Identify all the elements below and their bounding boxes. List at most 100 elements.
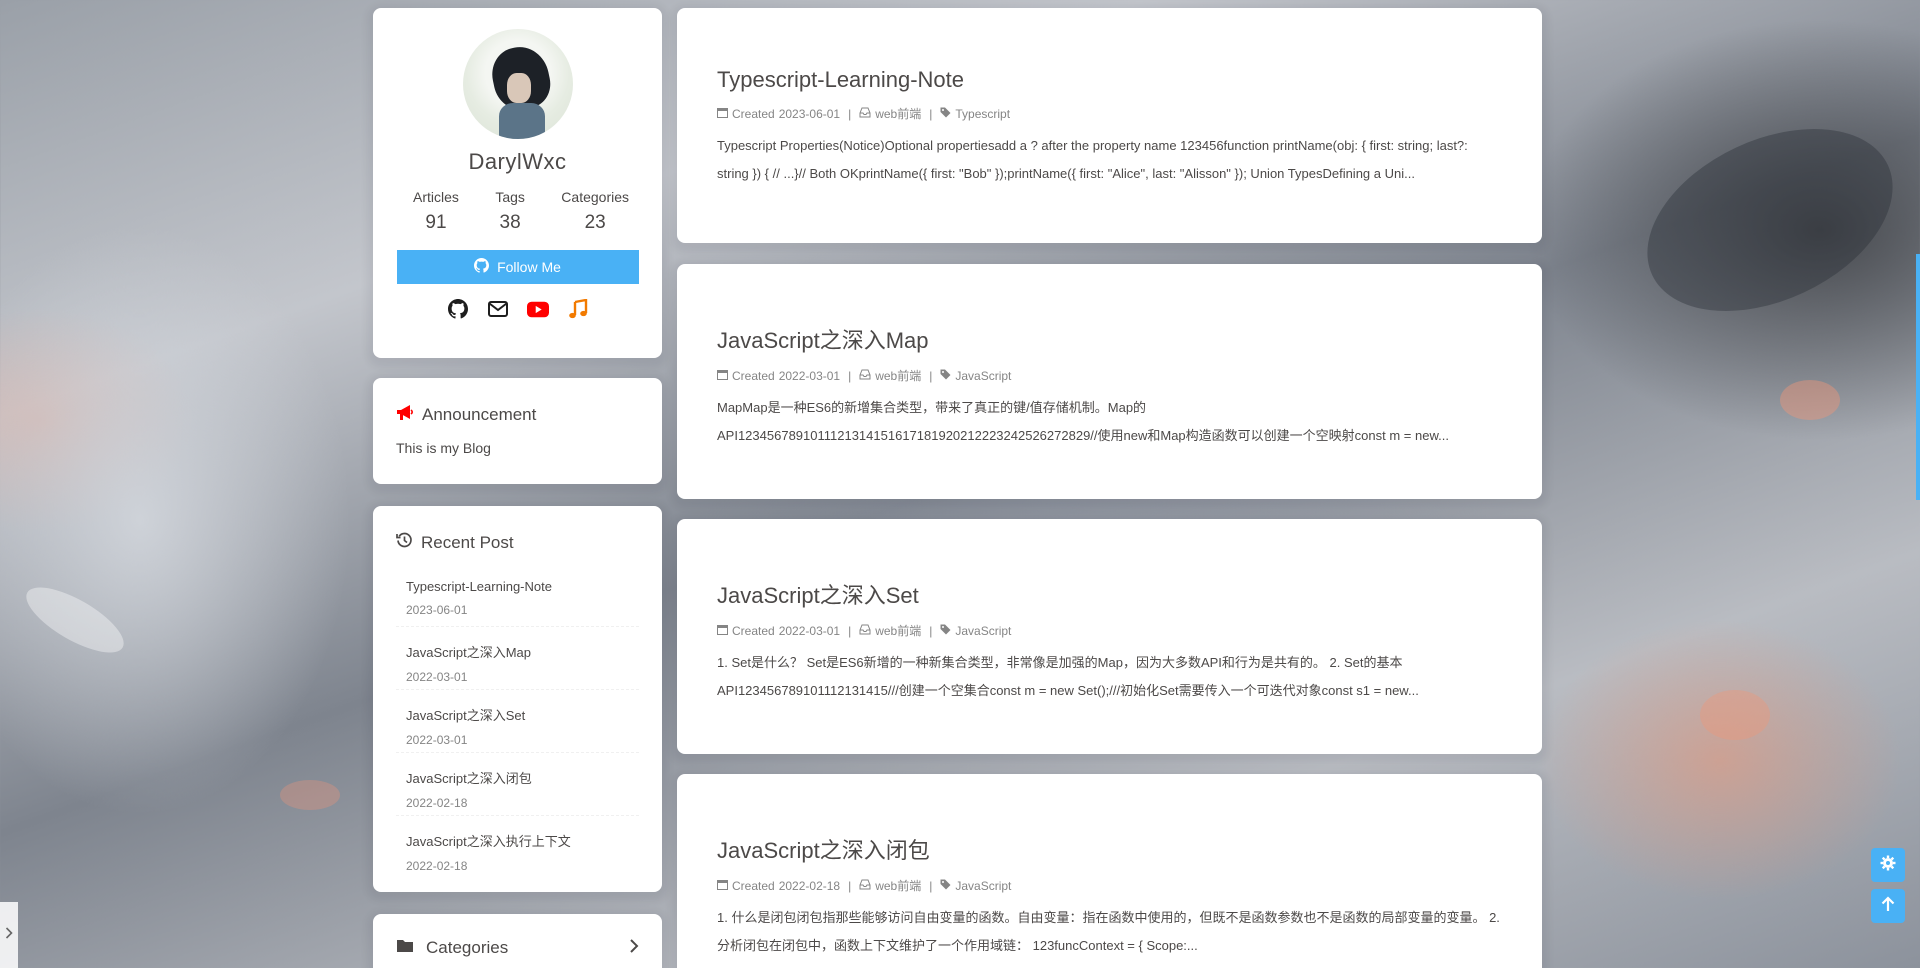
meta-separator: | <box>848 878 852 893</box>
arrow-up-icon <box>1881 895 1895 917</box>
stat-label: Articles <box>413 189 459 205</box>
post-meta: Created 2022-03-01 | web前端 | JavaScript <box>717 622 1502 639</box>
post-card: JavaScript之深入闭包 Created 2022-02-18 | web… <box>677 774 1542 968</box>
post-category-link[interactable]: web前端 <box>875 622 921 639</box>
tag-icon <box>940 624 951 638</box>
background-art <box>1618 92 1920 348</box>
recent-post-date: 2022-02-18 <box>406 859 468 873</box>
chevron-right-icon[interactable] <box>629 938 639 958</box>
recent-post-date: 2022-03-01 <box>406 670 468 684</box>
settings-button[interactable] <box>1871 848 1905 882</box>
meta-separator: | <box>929 106 933 121</box>
categories-header[interactable]: Categories <box>396 938 639 958</box>
post-tag-link[interactable]: JavaScript <box>955 369 1011 383</box>
post-meta: Created 2022-02-18 | web前端 | JavaScript <box>717 877 1502 894</box>
recent-post-date: 2022-02-18 <box>406 796 468 810</box>
post-card: JavaScript之深入Map Created 2022-03-01 | we… <box>677 264 1542 499</box>
calendar-icon <box>717 624 728 638</box>
background-art <box>1780 380 1840 420</box>
created-label: Created <box>732 106 775 121</box>
background-art <box>1700 690 1770 740</box>
meta-separator: | <box>848 106 852 121</box>
youtube-icon[interactable] <box>526 298 549 320</box>
recent-post-heading: Recent Post <box>421 533 514 552</box>
meta-separator: | <box>848 623 852 638</box>
post-excerpt: Typescript Properties(Notice)Optional pr… <box>717 138 1468 181</box>
avatar[interactable] <box>462 29 573 139</box>
stat-categories[interactable]: Categories 23 <box>561 189 629 234</box>
author-stats: Articles 91 Tags 38 Categories 23 <box>373 189 662 234</box>
post-title[interactable]: JavaScript之深入闭包 <box>717 833 1502 865</box>
list-item[interactable]: JavaScript之深入Map 2022-03-01 <box>396 627 639 690</box>
github-icon <box>474 258 490 276</box>
list-item[interactable]: JavaScript之深入闭包 2022-02-18 <box>396 753 639 816</box>
post-tag-link[interactable]: JavaScript <box>955 879 1011 893</box>
post-excerpt: 1. 什么是闭包闭包指那些能够访问自由变量的函数。自由变量：指在函数中使用的，但… <box>717 910 1500 953</box>
music-icon[interactable] <box>567 298 589 320</box>
created-label: Created <box>732 878 775 893</box>
chevron-right-icon <box>5 926 13 944</box>
recent-post-link[interactable]: JavaScript之深入Set <box>406 705 639 724</box>
background-art <box>280 780 340 810</box>
announcement-text: This is my Blog <box>396 440 491 456</box>
author-card: DarylWxc Articles 91 Tags 38 Categories … <box>373 8 662 358</box>
stat-articles[interactable]: Articles 91 <box>413 189 459 234</box>
categories-heading: Categories <box>426 938 509 957</box>
sidebar-toggle-button[interactable] <box>0 902 18 968</box>
created-label: Created <box>732 368 775 383</box>
post-category-link[interactable]: web前端 <box>875 105 921 122</box>
bullhorn-icon <box>396 404 414 426</box>
calendar-icon <box>717 879 728 893</box>
calendar-icon <box>717 369 728 383</box>
follow-me-button[interactable]: Follow Me <box>396 250 639 284</box>
list-item[interactable]: JavaScript之深入执行上下文 2022-02-18 <box>396 816 639 879</box>
post-date: 2022-02-18 <box>778 878 841 893</box>
gear-icon <box>1880 855 1896 876</box>
calendar-icon <box>717 107 728 121</box>
recent-post-link[interactable]: JavaScript之深入闭包 <box>406 768 639 787</box>
post-date: 2022-03-01 <box>778 368 841 383</box>
recent-post-link[interactable]: JavaScript之深入执行上下文 <box>406 831 639 850</box>
recent-post-date: 2023-06-01 <box>406 603 468 617</box>
back-to-top-button[interactable] <box>1871 889 1905 923</box>
recent-post-link[interactable]: Typescript-Learning-Note <box>406 579 639 594</box>
meta-separator: | <box>929 623 933 638</box>
inbox-icon <box>859 107 871 121</box>
folder-icon <box>396 938 414 958</box>
recent-post-date: 2022-03-01 <box>406 733 468 747</box>
history-icon <box>396 532 413 554</box>
post-card: JavaScript之深入Set Created 2022-03-01 | we… <box>677 519 1542 754</box>
tag-icon <box>940 107 951 121</box>
inbox-icon <box>859 624 871 638</box>
post-date: 2023-06-01 <box>778 106 841 121</box>
stat-label: Tags <box>495 189 525 205</box>
announcement-heading: Announcement <box>422 405 537 424</box>
post-tag-link[interactable]: JavaScript <box>955 624 1011 638</box>
stat-value: 38 <box>499 212 521 233</box>
tag-icon <box>940 369 951 383</box>
post-title[interactable]: Typescript-Learning-Note <box>717 67 1502 93</box>
post-excerpt: 1. Set是什么？ Set是ES6新增的一种新集合类型，非常像是加强的Map，… <box>717 655 1419 698</box>
stat-value: 91 <box>425 212 447 233</box>
list-item[interactable]: JavaScript之深入Set 2022-03-01 <box>396 690 639 753</box>
post-category-link[interactable]: web前端 <box>875 367 921 384</box>
inbox-icon <box>859 369 871 383</box>
recent-post-link[interactable]: JavaScript之深入Map <box>406 642 639 661</box>
post-category-link[interactable]: web前端 <box>875 877 921 894</box>
post-meta: Created 2022-03-01 | web前端 | JavaScript <box>717 367 1502 384</box>
envelope-icon[interactable] <box>487 298 509 320</box>
author-name: DarylWxc <box>468 149 567 174</box>
post-title[interactable]: JavaScript之深入Map <box>717 323 1502 355</box>
stat-label: Categories <box>561 189 629 205</box>
post-tag-link[interactable]: Typescript <box>955 107 1010 121</box>
scrollbar-thumb[interactable] <box>1916 254 1920 500</box>
github-icon[interactable] <box>447 298 469 320</box>
background-art <box>17 575 133 665</box>
meta-separator: | <box>929 878 933 893</box>
list-item[interactable]: Typescript-Learning-Note 2023-06-01 <box>396 564 639 627</box>
post-excerpt: MapMap是一种ES6的新增集合类型，带来了真正的键/值存储机制。Map的AP… <box>717 400 1449 443</box>
meta-separator: | <box>929 368 933 383</box>
post-title[interactable]: JavaScript之深入Set <box>717 578 1502 610</box>
categories-card: Categories <box>373 914 662 968</box>
stat-tags[interactable]: Tags 38 <box>495 189 525 234</box>
